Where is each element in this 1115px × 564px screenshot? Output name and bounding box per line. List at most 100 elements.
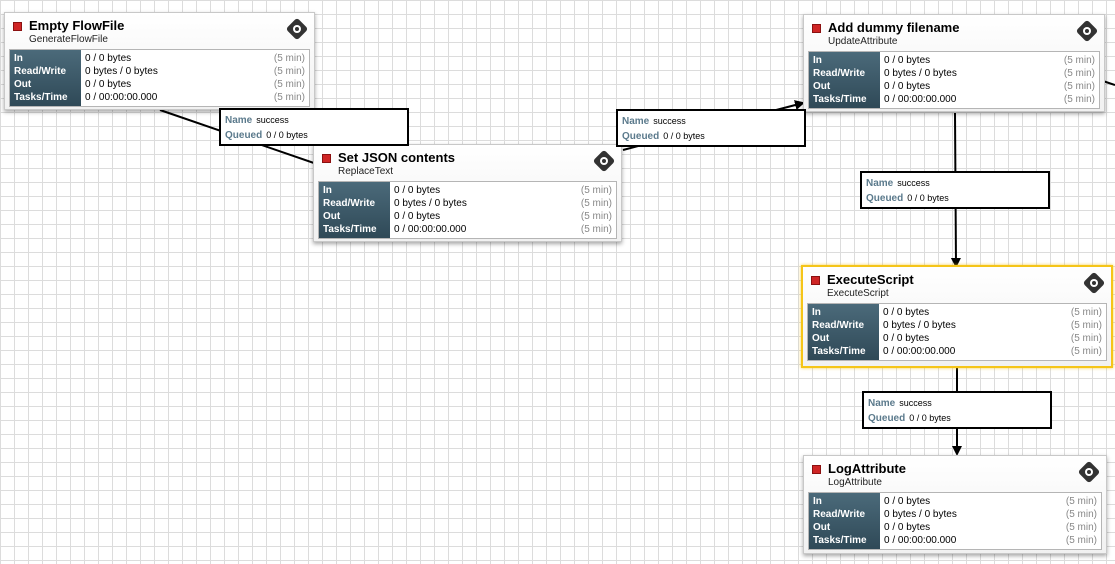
stat-value-readwrite: 0 bytes / 0 bytes [394,198,467,209]
stat-value-in: 0 / 0 bytes [884,55,931,66]
stat-time-readwrite: (5 min) [1063,68,1095,79]
stat-value-tasks: 0 / 00:00:00.000 [85,92,158,103]
stat-time-tasks: (5 min) [1063,94,1095,105]
processor-stats: In Read/Write Out Tasks/Time 0 / 0 bytes… [808,492,1102,550]
processor-icon [593,150,615,172]
connection-queued-key: Queued [866,193,904,204]
stat-label-tasks: Tasks/Time [14,92,68,103]
stat-label-in: In [14,53,23,64]
stat-time-out: (5 min) [1063,81,1095,92]
stat-label-readwrite: Read/Write [813,509,866,520]
processor-header: LogAttribute LogAttribute [804,456,1106,492]
processor-type: ExecuteScript [827,288,889,299]
connection-queued-key: Queued [622,131,660,142]
processor-type: ReplaceText [338,166,394,177]
stat-time-readwrite: (5 min) [580,198,612,209]
stopped-status-icon [812,465,821,474]
processor-name: Add dummy filename [828,20,960,35]
processor-name: Set JSON contents [338,150,456,165]
stat-time-out: (5 min) [1065,522,1097,533]
stat-label-readwrite: Read/Write [813,68,866,79]
stat-label-in: In [323,185,332,196]
stat-label-tasks: Tasks/Time [812,346,866,357]
processor-updateattribute[interactable]: Add dummy filename UpdateAttribute In Re… [803,14,1105,112]
stat-value-in: 0 / 0 bytes [394,185,441,196]
stat-label-out: Out [323,211,341,222]
stat-time-in: (5 min) [1063,55,1095,66]
stat-label-readwrite: Read/Write [14,66,67,77]
processor-replacetext[interactable]: Set JSON contents ReplaceText In Read/Wr… [313,144,622,242]
connection-name-value: success [653,116,686,126]
processor-header: Set JSON contents ReplaceText [314,145,621,181]
connection-label-generate-to-replace[interactable]: Name success Queued 0 / 0 bytes [219,108,409,146]
processor-stats: In Read/Write Out Tasks/Time 0 / 0 bytes… [318,181,617,239]
connection-label-execute-to-log[interactable]: Name success Queued 0 / 0 bytes [862,391,1052,429]
stat-value-out: 0 / 0 bytes [394,211,441,222]
stat-value-readwrite: 0 bytes / 0 bytes [85,66,158,77]
stat-time-in: (5 min) [273,53,305,64]
connection-name-key: Name [622,116,650,127]
connection-queued-key: Queued [225,130,263,141]
connection-name-key: Name [866,178,894,189]
processor-executescript[interactable]: ExecuteScript ExecuteScript In Read/Writ… [801,265,1113,368]
stat-value-tasks: 0 / 00:00:00.000 [884,535,957,546]
processor-type: LogAttribute [828,477,882,488]
processor-icon [1076,20,1098,42]
processor-stats: In Read/Write Out Tasks/Time 0 / 0 bytes… [807,303,1107,361]
stopped-status-icon [322,154,331,163]
stat-time-readwrite: (5 min) [1065,509,1097,520]
stat-label-readwrite: Read/Write [323,198,376,209]
stat-label-tasks: Tasks/Time [323,224,377,235]
connection-name-value: success [899,398,932,408]
stat-time-tasks: (5 min) [1070,346,1102,357]
stat-value-readwrite: 0 bytes / 0 bytes [884,509,957,520]
stat-label-tasks: Tasks/Time [813,94,867,105]
connection-name-key: Name [868,398,896,409]
stat-label-tasks: Tasks/Time [813,535,867,546]
processor-type: GenerateFlowFile [29,34,108,45]
stat-value-out: 0 / 0 bytes [884,522,931,533]
stat-label-out: Out [812,333,830,344]
stat-time-out: (5 min) [273,79,305,90]
stat-time-out: (5 min) [580,211,612,222]
stat-value-in: 0 / 0 bytes [884,496,931,507]
stat-time-in: (5 min) [1065,496,1097,507]
processor-icon [1083,272,1105,294]
stat-value-tasks: 0 / 00:00:00.000 [883,346,956,357]
connection-label-replace-to-update[interactable]: Name success Queued 0 / 0 bytes [616,109,806,147]
processor-icon [286,18,308,40]
processor-generateflowfile[interactable]: Empty FlowFile GenerateFlowFile In Read/… [4,12,315,110]
stat-value-in: 0 / 0 bytes [85,53,132,64]
connection-queued-value: 0 / 0 bytes [909,413,951,423]
stat-time-in: (5 min) [1070,307,1102,318]
stat-label-readwrite: Read/Write [812,320,865,331]
connection-queued-value: 0 / 0 bytes [266,130,308,140]
processor-icon [1078,461,1100,483]
stat-label-out: Out [14,79,32,90]
processor-header: ExecuteScript ExecuteScript [803,267,1111,303]
connection-queued-value: 0 / 0 bytes [663,131,705,141]
stat-time-in: (5 min) [580,185,612,196]
stat-value-readwrite: 0 bytes / 0 bytes [883,320,956,331]
stat-label-in: In [813,496,822,507]
stopped-status-icon [13,22,22,31]
processor-name: ExecuteScript [827,272,914,287]
connection-name-value: success [256,115,289,125]
processor-type: UpdateAttribute [828,36,898,47]
stat-value-out: 0 / 0 bytes [883,333,930,344]
stopped-status-icon [811,276,820,285]
connection-queued-key: Queued [868,413,906,424]
stat-label-out: Out [813,522,831,533]
processor-stats: In Read/Write Out Tasks/Time 0 / 0 bytes… [9,49,310,107]
connection-queued-value: 0 / 0 bytes [907,193,949,203]
stat-value-out: 0 / 0 bytes [85,79,132,90]
stat-value-tasks: 0 / 00:00:00.000 [884,94,957,105]
stat-time-out: (5 min) [1070,333,1102,344]
flow-canvas[interactable]: Empty FlowFile GenerateFlowFile In Read/… [0,0,1115,564]
processor-header: Add dummy filename UpdateAttribute [804,15,1104,51]
connection-name-value: success [897,178,930,188]
processor-stats: In Read/Write Out Tasks/Time 0 / 0 bytes… [808,51,1100,109]
connection-label-update-to-execute[interactable]: Name success Queued 0 / 0 bytes [860,171,1050,209]
processor-logattribute[interactable]: LogAttribute LogAttribute In Read/Write … [803,455,1107,554]
stat-time-readwrite: (5 min) [273,66,305,77]
